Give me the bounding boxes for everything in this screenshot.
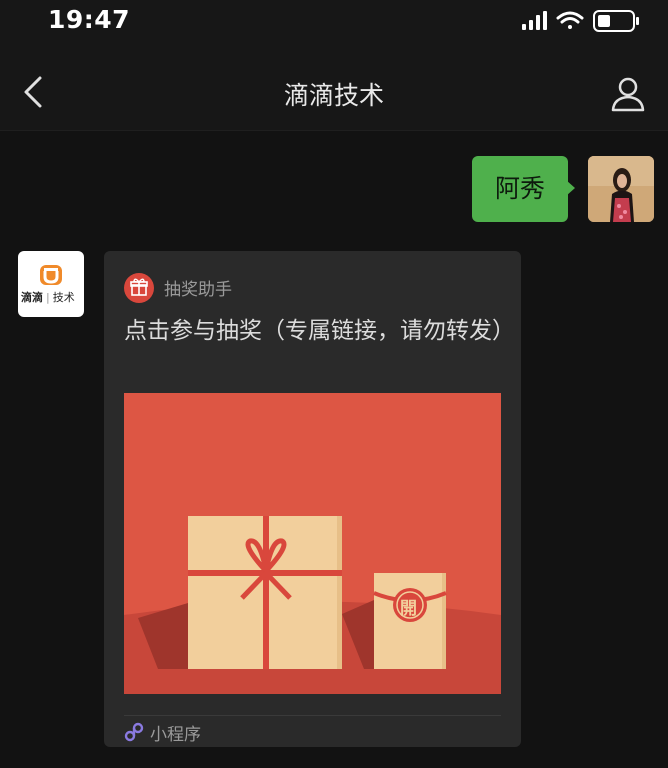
sent-message-bubble[interactable]: 阿秀	[472, 156, 568, 222]
didi-logo	[40, 265, 62, 285]
mini-program-label: 小程序	[150, 725, 201, 745]
gift-icon	[124, 273, 154, 303]
chat-title: 滴滴技术	[283, 81, 384, 110]
status-bar: 19:47	[0, 0, 668, 42]
mini-program-name: 抽奖助手	[164, 280, 232, 300]
status-time: 19:47	[48, 5, 131, 34]
avatar-text-tech: 技术	[52, 291, 75, 304]
chat-header: 滴滴技术	[0, 42, 668, 131]
signal-icon	[522, 11, 547, 30]
avatar-photo	[588, 156, 654, 222]
card-cover-image: 開	[124, 393, 501, 694]
profile-icon[interactable]	[610, 76, 646, 112]
mini-program-card[interactable]: 抽奖助手 点击参与抽奖（专属链接，请勿转发） 開 小程序	[104, 251, 521, 747]
sent-message-text: 阿秀	[494, 174, 545, 203]
peer-avatar[interactable]: 滴滴 | 技术	[18, 251, 84, 317]
status-icons	[522, 10, 639, 32]
self-avatar[interactable]	[588, 156, 654, 222]
seal-character: 開	[400, 599, 417, 619]
wifi-icon	[556, 11, 584, 29]
gift-box-large	[188, 516, 342, 669]
sent-bubble-tail	[566, 180, 575, 196]
card-footer: 小程序	[124, 715, 501, 747]
avatar-text-didi: 滴滴	[21, 291, 43, 304]
card-title: 点击参与抽奖（专属链接，请勿转发）	[124, 318, 515, 344]
red-packet	[373, 573, 447, 669]
mini-program-icon	[124, 722, 144, 742]
battery-icon	[593, 10, 639, 32]
